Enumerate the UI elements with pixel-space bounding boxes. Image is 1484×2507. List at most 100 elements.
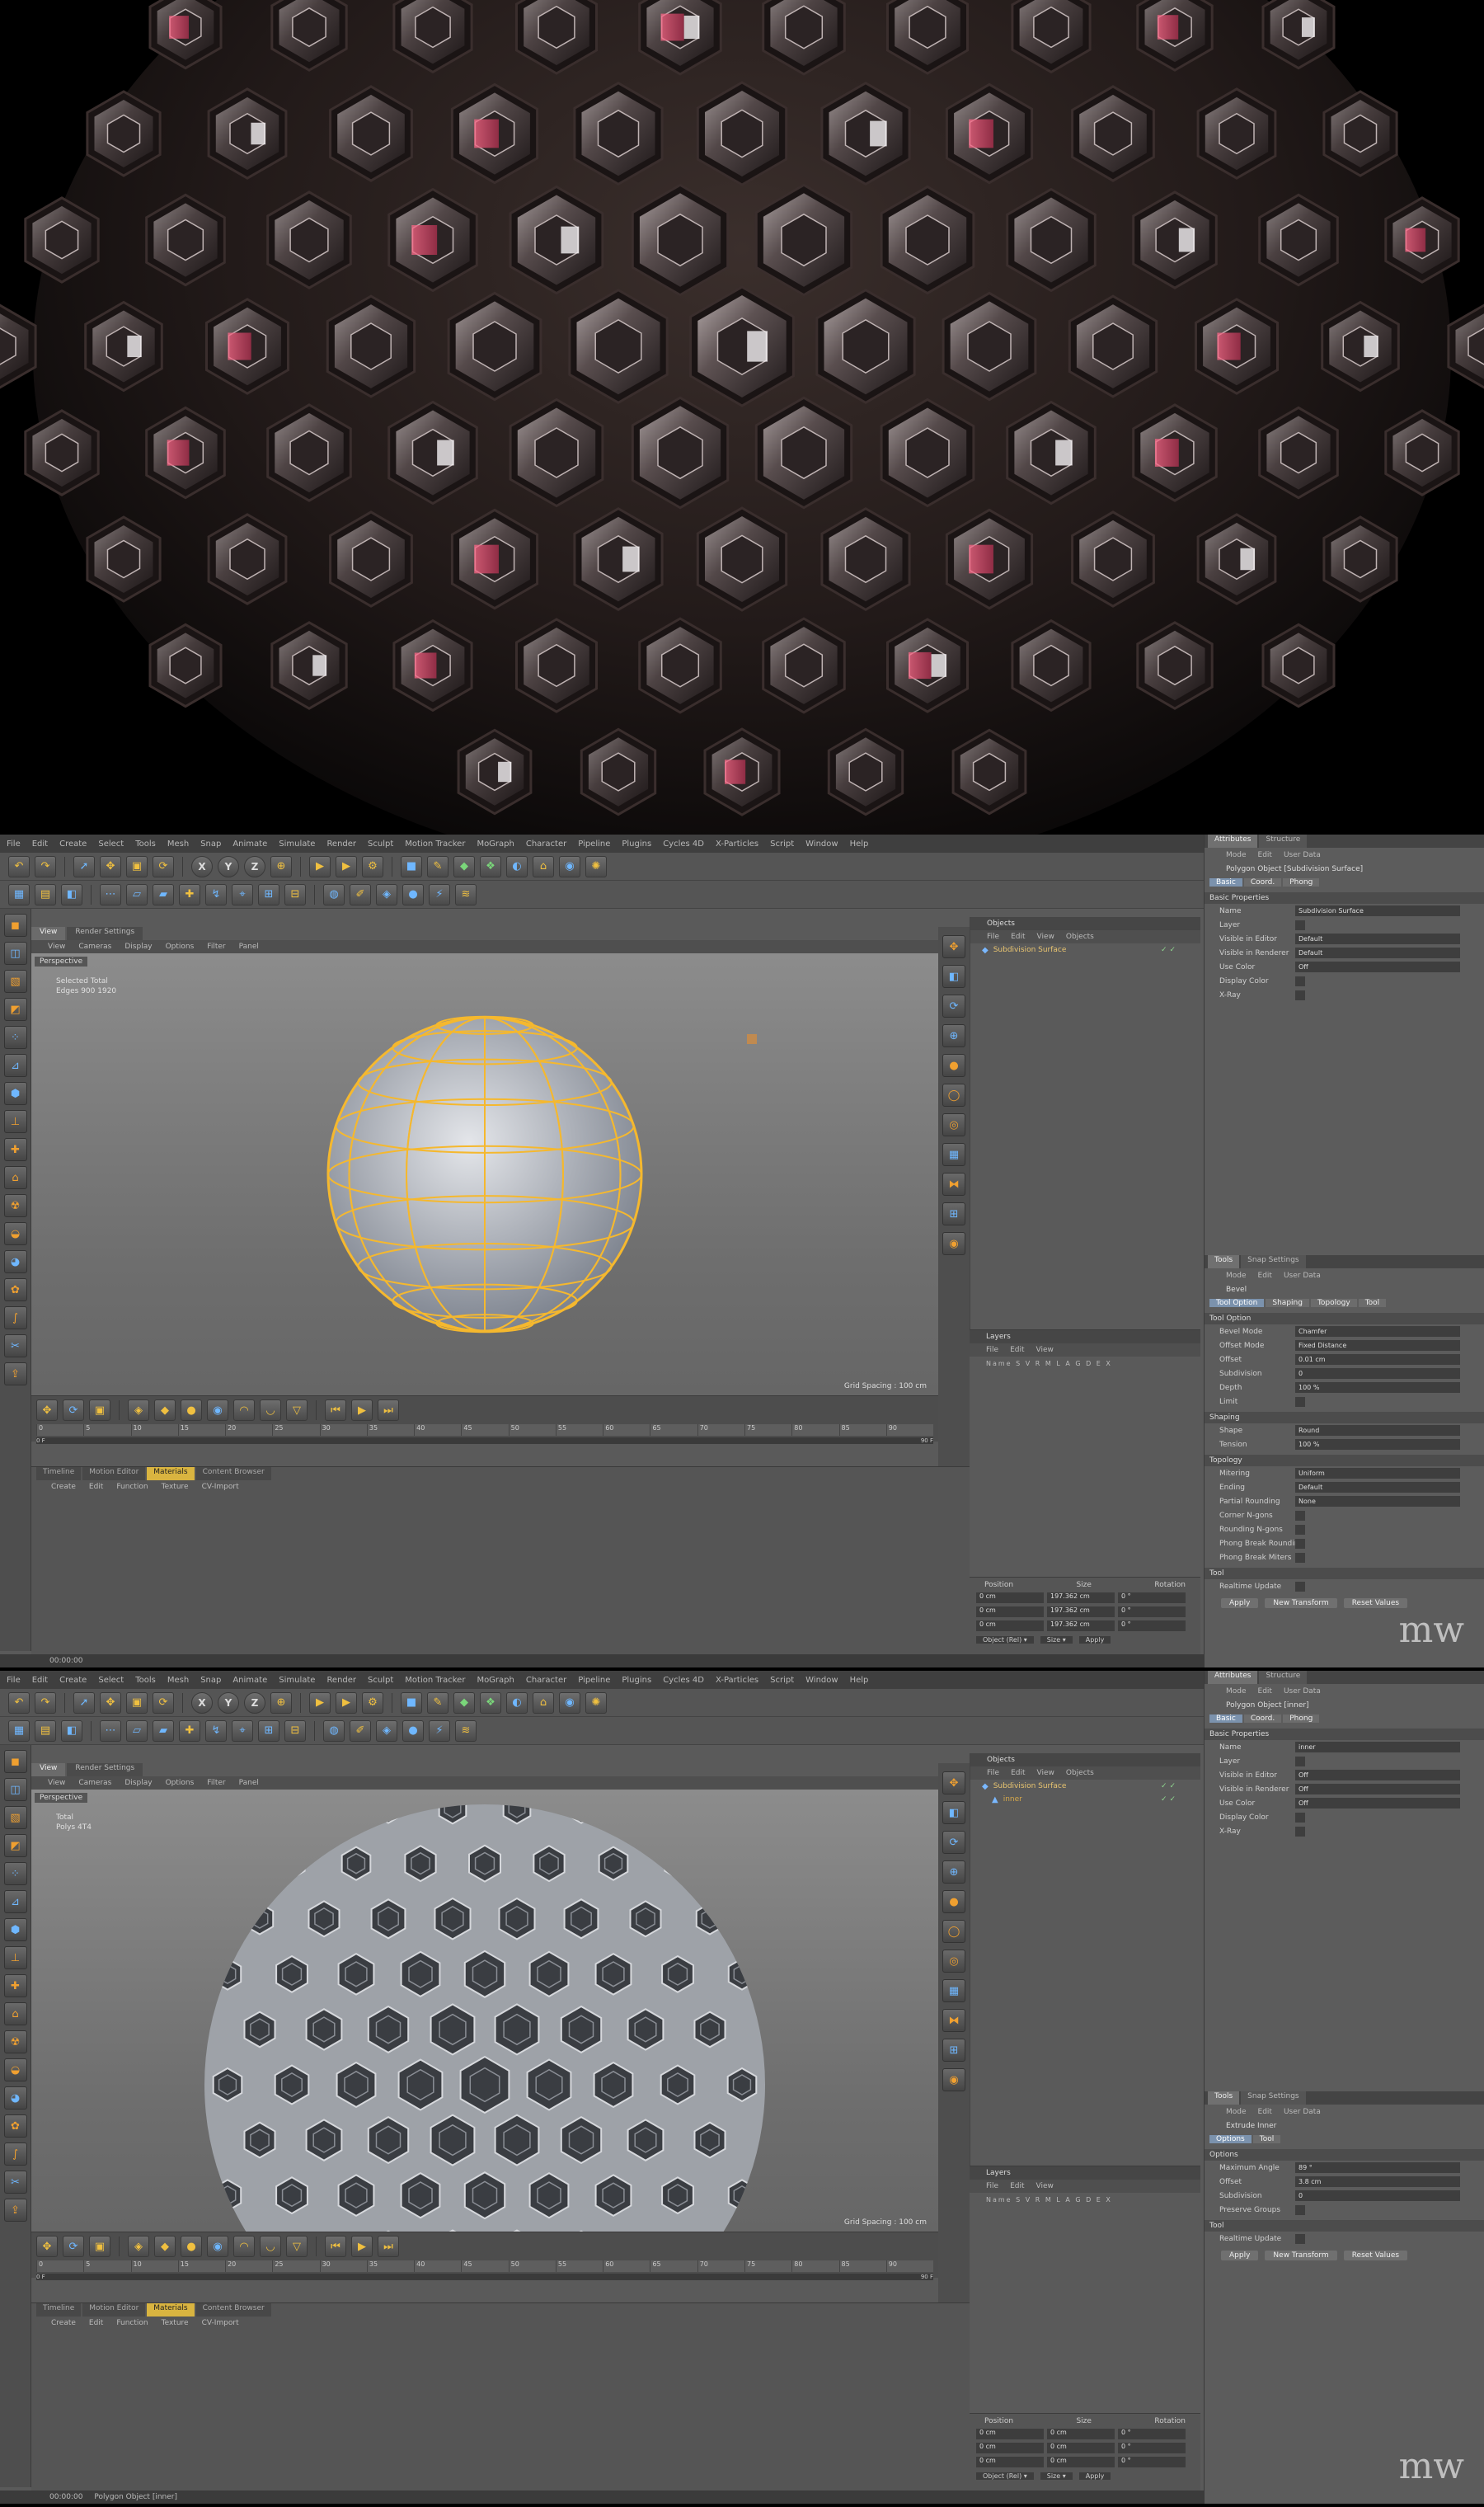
menu-character[interactable]: Character	[526, 1676, 566, 1685]
apply-button[interactable]: Apply	[1078, 1636, 1111, 1644]
solo-icon[interactable]: ☢	[3, 1194, 27, 1217]
basic-properties-section[interactable]: Basic Properties	[1205, 1729, 1484, 1740]
scale-icon[interactable]: ▣	[126, 1691, 148, 1714]
tool-menu-mode[interactable]: Mode	[1226, 1272, 1247, 1280]
tab-structure[interactable]: Structure	[1259, 1671, 1308, 1684]
object-name[interactable]: Subdivision Surface	[993, 946, 1067, 954]
scale-icon[interactable]: ▣	[126, 855, 148, 877]
tool-section-shaping[interactable]: Shaping	[1205, 1412, 1484, 1423]
property-checkbox[interactable]	[1295, 1826, 1305, 1837]
texture-mode-icon[interactable]: ▧	[3, 970, 27, 993]
cube-icon[interactable]: ■	[401, 855, 422, 877]
object-visibility-flags[interactable]: ✓ ✓	[1161, 1795, 1176, 1804]
tab-view[interactable]: View	[31, 1763, 66, 1776]
menu-script[interactable]: Script	[770, 840, 794, 849]
anim-move-icon[interactable]: ✥	[36, 2236, 58, 2257]
tab-content-browser[interactable]: Content Browser	[195, 1467, 271, 1480]
tool-section-tool-option[interactable]: Tool Option	[1205, 1313, 1484, 1324]
tab-attributes[interactable]: Attributes	[1208, 1671, 1258, 1684]
material-menu-edit[interactable]: Edit	[89, 2319, 103, 2327]
property-checkbox[interactable]	[1295, 1396, 1305, 1407]
object-menu-view[interactable]: View	[1037, 1769, 1054, 1777]
paint-icon[interactable]: ✐	[350, 1719, 371, 1742]
camera-icon[interactable]: ◉	[559, 855, 580, 877]
subtab-coord[interactable]: Coord.	[1243, 878, 1282, 887]
cloner-icon[interactable]: ❖	[480, 1691, 501, 1714]
timeline-range[interactable]: 0 F 90 F	[36, 1437, 933, 1444]
menu-window[interactable]: Window	[805, 1676, 838, 1685]
menu-x-particles[interactable]: X-Particles	[716, 840, 758, 849]
points-icon[interactable]: ⁘	[3, 1026, 27, 1049]
move-view-icon[interactable]: ✥	[942, 1771, 965, 1794]
subtab-phong[interactable]: Phong	[1283, 878, 1320, 887]
tool-section-topology[interactable]: Topology	[1205, 1455, 1484, 1466]
property-checkbox[interactable]	[1295, 2204, 1305, 2215]
material-menu-function[interactable]: Function	[116, 1483, 148, 1491]
bend-icon[interactable]: ◠	[233, 2236, 255, 2257]
coordinate-field[interactable]: 197.362 cm	[1047, 1592, 1115, 1603]
menu-animate[interactable]: Animate	[232, 840, 267, 849]
magnet-icon[interactable]: ◒	[3, 2058, 27, 2081]
z-axis-icon[interactable]: Z	[244, 855, 265, 877]
sphere-primitive-icon[interactable]: ●	[942, 1054, 965, 1077]
move-icon[interactable]: ✥	[100, 1691, 121, 1714]
property-value[interactable]: Default	[1295, 934, 1460, 944]
size-button[interactable]: Size ▾	[1040, 2472, 1073, 2480]
tab-view[interactable]: View	[31, 927, 66, 940]
layer-menu-file[interactable]: File	[986, 2182, 998, 2190]
mirror-icon[interactable]: ⧓	[942, 2009, 965, 2032]
tweak-icon[interactable]: ✚	[3, 1138, 27, 1161]
axis-mode-icon[interactable]: ✚	[179, 883, 200, 905]
attribute-menu-edit[interactable]: Edit	[1258, 1687, 1272, 1696]
edges-mode-icon[interactable]: ▱	[126, 1719, 148, 1742]
brush-icon[interactable]: ◕	[3, 2086, 27, 2110]
tab-snap-settings[interactable]: Snap Settings	[1241, 1255, 1306, 1268]
z-axis-icon[interactable]: Z	[244, 1691, 265, 1714]
menu-snap[interactable]: Snap	[200, 1676, 221, 1685]
new-transform-button[interactable]: New Transform	[1265, 2251, 1337, 2260]
tab-render-settings[interactable]: Render Settings	[67, 927, 143, 940]
render-view-icon[interactable]: ▶	[309, 1691, 331, 1714]
redo-icon[interactable]: ↷	[35, 1691, 56, 1714]
taper-icon[interactable]: ▽	[286, 1399, 308, 1421]
scene-icon[interactable]: ⌂	[533, 1691, 554, 1714]
object-row[interactable]: ◆ Subdivision Surface ✓ ✓	[970, 943, 1200, 957]
spline-tool-icon[interactable]: ∫	[3, 2142, 27, 2166]
property-checkbox[interactable]	[1295, 1581, 1305, 1592]
cube-icon[interactable]: ■	[401, 1691, 422, 1714]
property-checkbox[interactable]	[1295, 1552, 1305, 1563]
deformer-icon[interactable]: ◐	[506, 1691, 528, 1714]
menu-sculpt[interactable]: Sculpt	[368, 840, 393, 849]
material-sphere-icon[interactable]: ●	[402, 1719, 424, 1742]
property-value[interactable]: None	[1295, 1496, 1460, 1507]
viewport-menu-view[interactable]: View	[48, 1779, 65, 1787]
texture-icon[interactable]: ▤	[35, 1719, 56, 1742]
attribute-menu-user-data[interactable]: User Data	[1284, 1687, 1321, 1696]
layer-menu-view[interactable]: View	[1036, 2182, 1054, 2190]
make-editable-icon[interactable]: ▦	[8, 883, 30, 905]
enable-axis-icon[interactable]: ⊥	[3, 1946, 27, 1969]
anim-rotate-icon[interactable]: ⟳	[63, 1399, 84, 1421]
menu-mesh[interactable]: Mesh	[167, 840, 189, 849]
property-value[interactable]: Round	[1295, 1425, 1460, 1436]
model-mode-icon[interactable]: ◼	[3, 1750, 27, 1773]
coordinate-field[interactable]: 197.362 cm	[1047, 1606, 1115, 1617]
property-checkbox[interactable]	[1295, 990, 1305, 1000]
blob-icon[interactable]: ◉	[942, 2068, 965, 2091]
viewport-menu-cameras[interactable]: Cameras	[78, 1779, 111, 1787]
render-view-icon[interactable]: ▶	[309, 855, 331, 877]
light-icon[interactable]: ✺	[585, 1691, 607, 1714]
tab-render-settings[interactable]: Render Settings	[67, 1763, 143, 1776]
menu-select[interactable]: Select	[98, 1676, 124, 1685]
render-settings-icon[interactable]: ⚙	[362, 855, 383, 877]
knife-icon[interactable]: ✂	[3, 2171, 27, 2194]
keyframe-icon[interactable]: ◆	[154, 2236, 176, 2257]
axis-mode-icon[interactable]: ✚	[179, 1719, 200, 1742]
object-menu-view[interactable]: View	[1037, 933, 1054, 941]
uv-icon[interactable]: ◈	[376, 1719, 397, 1742]
object-visibility-flags[interactable]: ✓ ✓	[1161, 1782, 1176, 1790]
property-value[interactable]: Default	[1295, 1482, 1460, 1493]
menu-tools[interactable]: Tools	[135, 1676, 156, 1685]
taper-icon[interactable]: ▽	[286, 2236, 308, 2257]
render-settings-icon[interactable]: ⚙	[362, 1691, 383, 1714]
